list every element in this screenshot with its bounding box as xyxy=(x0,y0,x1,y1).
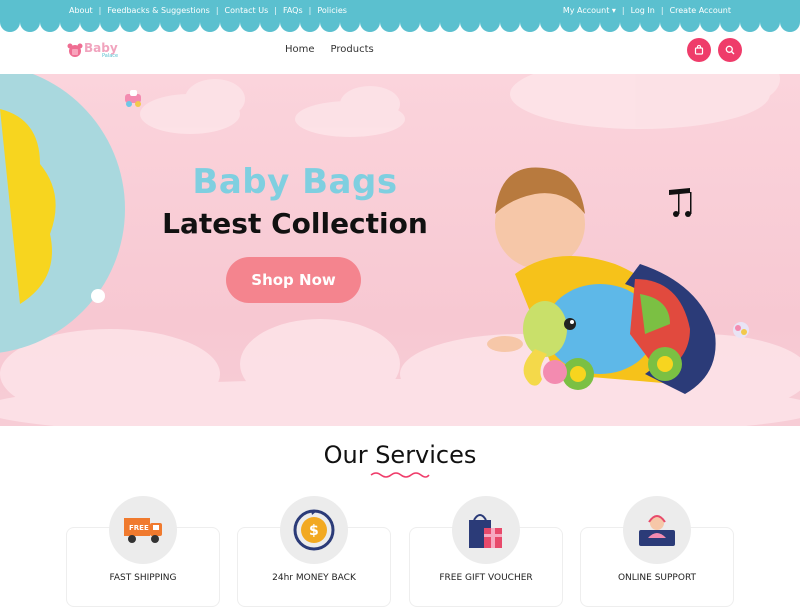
hero-background-art xyxy=(0,74,800,426)
search-button[interactable] xyxy=(718,38,742,62)
gift-bag-icon xyxy=(452,496,520,564)
money-back-icon: $ xyxy=(280,496,348,564)
service-label-money-back: 24hr MONEY BACK xyxy=(272,573,356,583)
logo-bear-icon xyxy=(67,43,83,57)
cart-button[interactable] xyxy=(687,38,711,62)
separator: | xyxy=(215,6,219,15)
separator: | xyxy=(308,6,312,15)
caret-down-icon: ▾ xyxy=(611,6,616,15)
hero-subtitle: Latest Collection xyxy=(162,207,428,240)
contact-link[interactable]: Contact Us xyxy=(219,6,275,15)
about-link[interactable]: About xyxy=(69,6,99,15)
site-header: Baby Palace Home Products xyxy=(0,22,800,74)
truck-icon: FREE xyxy=(109,496,177,564)
separator: | xyxy=(660,6,664,15)
heading-wave-underline xyxy=(370,472,430,478)
shop-now-button[interactable]: Shop Now xyxy=(226,257,361,303)
create-account-link[interactable]: Create Account xyxy=(664,6,737,15)
search-icon xyxy=(725,45,735,55)
top-bar: About | Feedbacks & Suggestions | Contact … xyxy=(0,0,800,22)
top-links: About | Feedbacks & Suggestions | Contact … xyxy=(69,6,353,15)
svg-text:$: $ xyxy=(309,523,319,539)
feedback-link[interactable]: Feedbacks & Suggestions xyxy=(101,6,215,15)
my-account-menu[interactable]: My Account ▾ xyxy=(563,6,622,15)
logo[interactable]: Baby Palace xyxy=(67,42,118,59)
my-account-label: My Account xyxy=(562,6,610,15)
account-links: My Account ▾ | Log In | Create Account xyxy=(563,6,737,15)
hero-banner: Baby Bags Latest Collection Shop Now xyxy=(0,74,800,426)
service-label-support: ONLINE SUPPORT xyxy=(617,573,697,583)
logo-subtext: Palace xyxy=(102,53,119,59)
support-agent-icon xyxy=(623,496,691,564)
free-badge-text: FREE xyxy=(129,524,149,532)
separator: | xyxy=(621,6,625,15)
service-label-gift: FREE GIFT VOUCHER xyxy=(439,573,533,583)
nav-products[interactable]: Products xyxy=(331,44,374,55)
faqs-link[interactable]: FAQs xyxy=(277,6,309,15)
shopping-bag-icon xyxy=(694,45,704,55)
services-heading: Our Services xyxy=(323,441,477,469)
main-nav: Home Products xyxy=(285,44,374,55)
policies-link[interactable]: Policies xyxy=(311,6,353,15)
service-label-shipping: FAST SHIPPING xyxy=(109,573,177,583)
hero-title: Baby Bags xyxy=(192,162,398,202)
separator: | xyxy=(274,6,277,15)
separator: | xyxy=(98,6,102,15)
nav-home[interactable]: Home xyxy=(285,44,315,55)
login-link[interactable]: Log In xyxy=(625,6,661,15)
